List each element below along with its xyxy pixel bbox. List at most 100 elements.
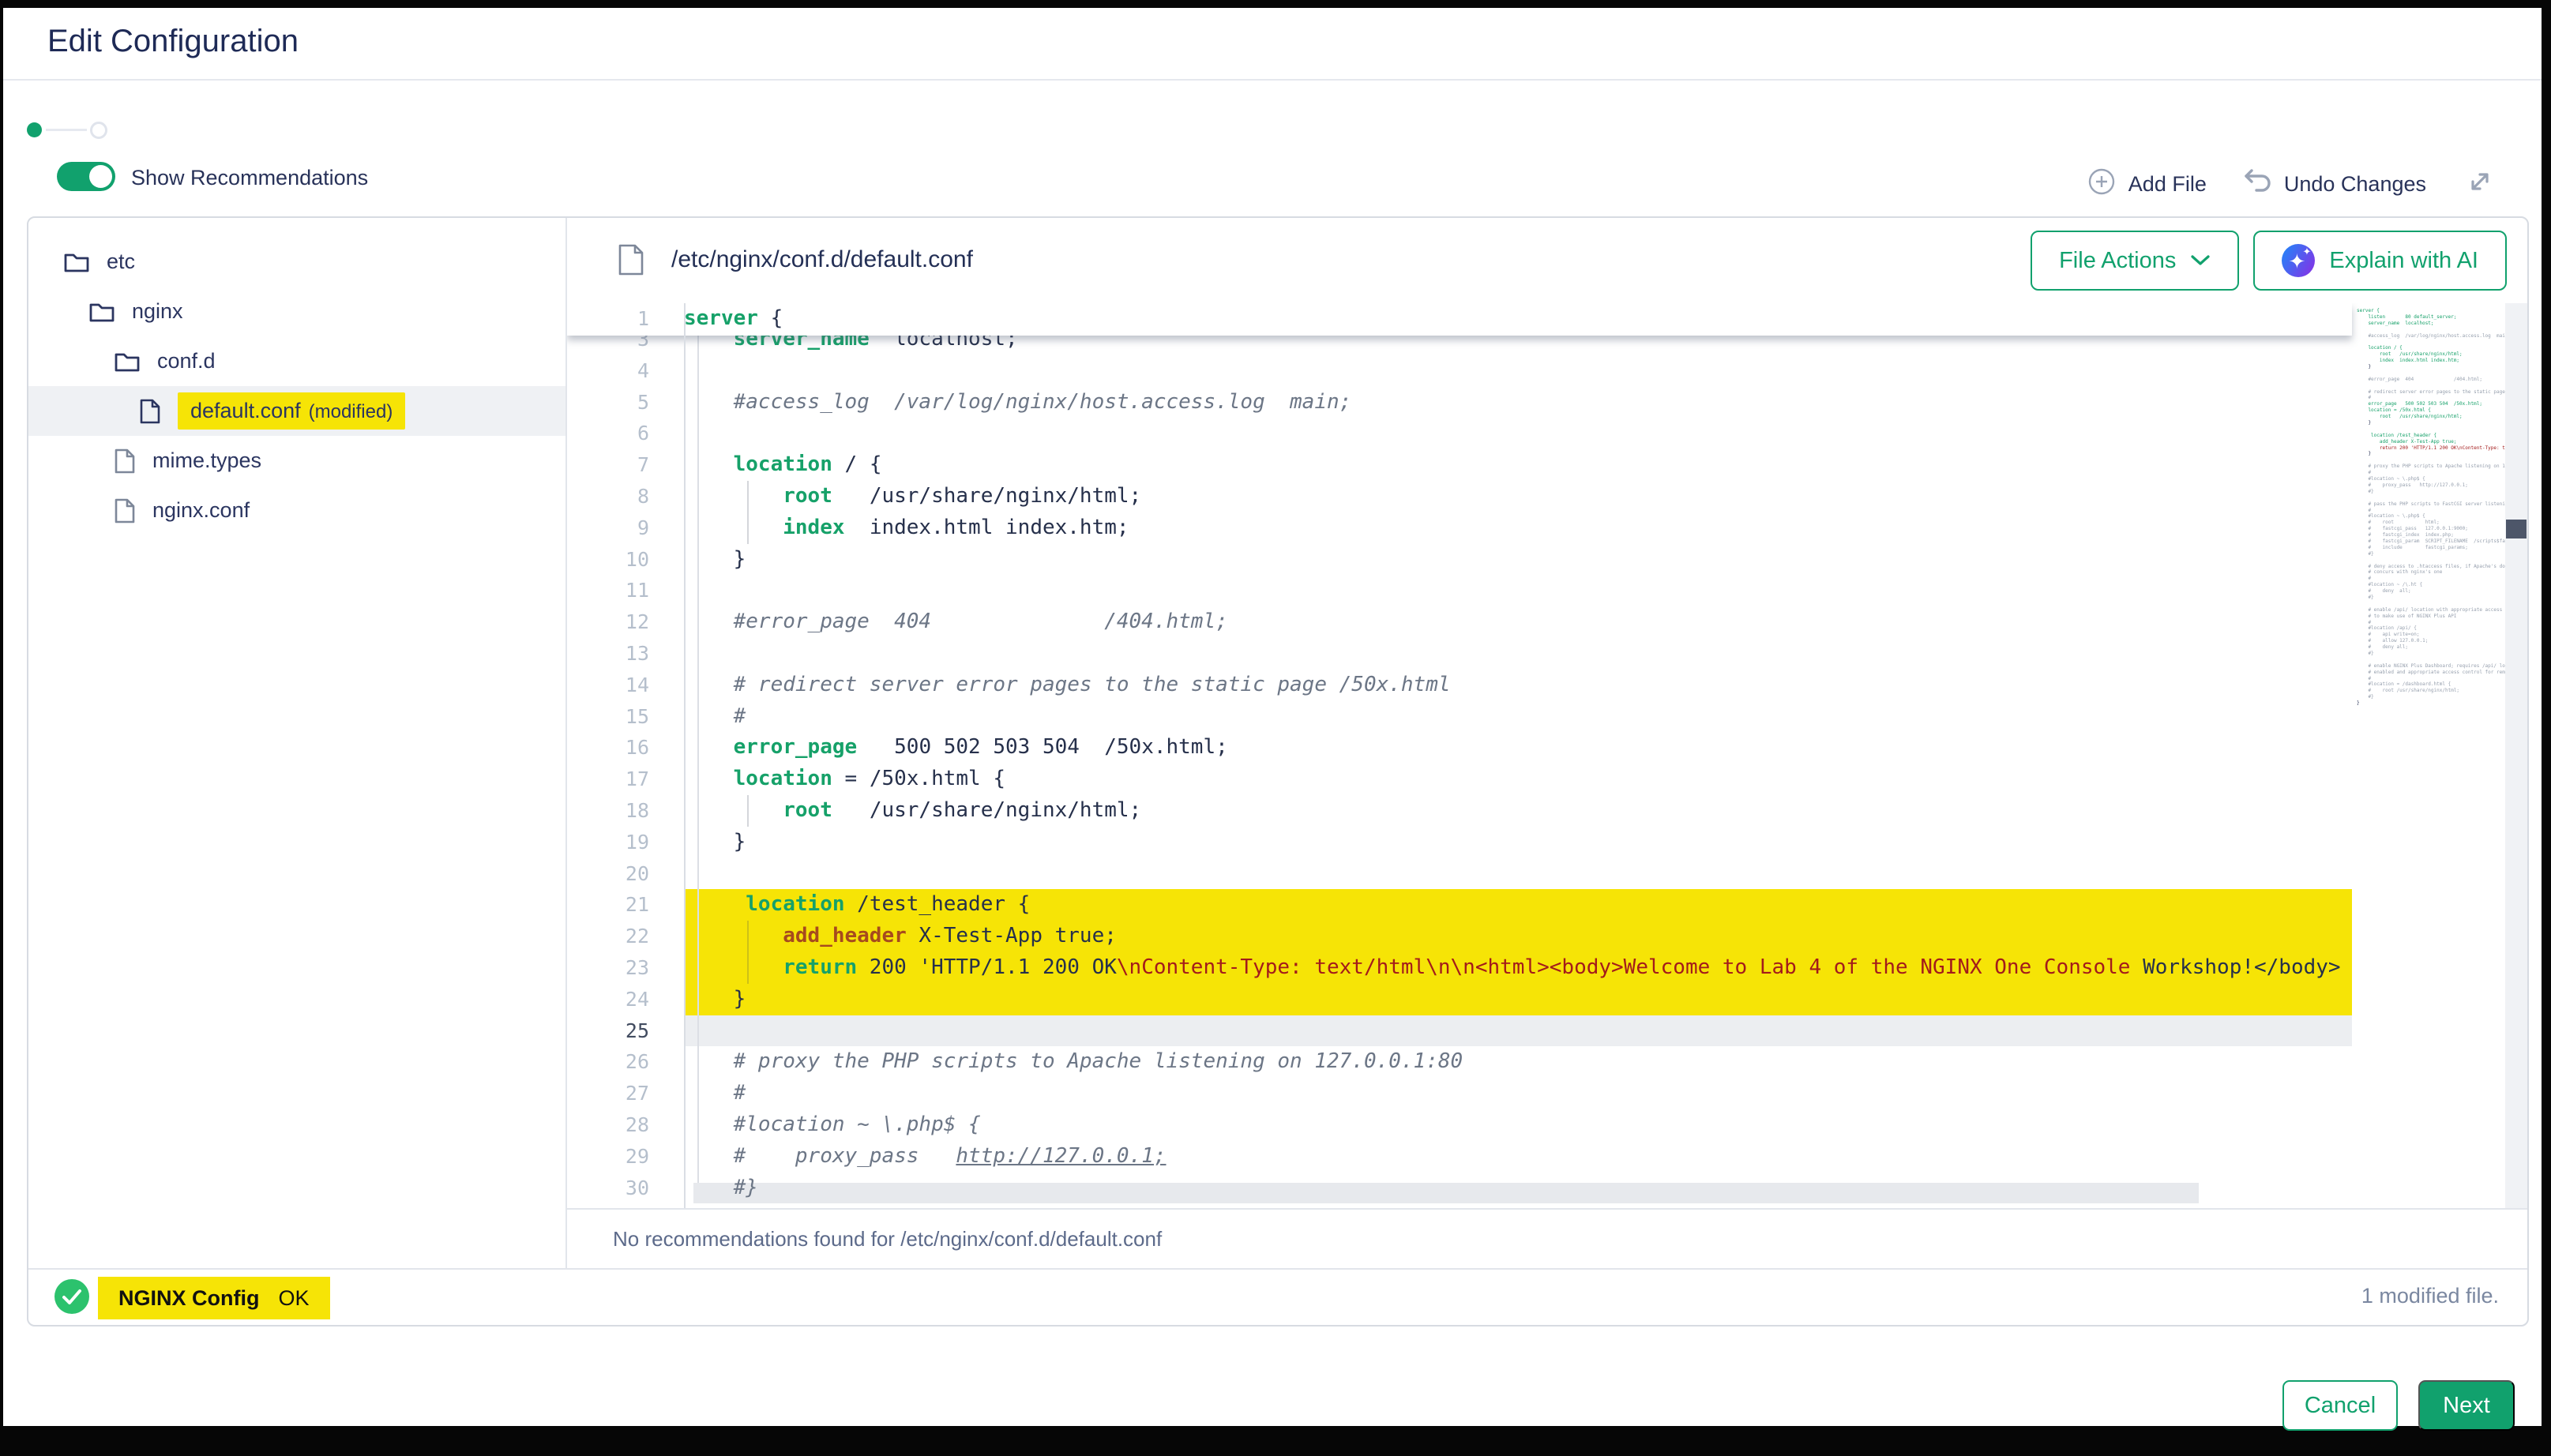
line-content: return 200 'HTTP/1.1 200 OK\nContent-Typ… xyxy=(684,952,2352,984)
line-content xyxy=(684,638,2352,670)
line-number: 29 xyxy=(567,1141,684,1173)
minimap[interactable]: server { listen 80 default_server; serve… xyxy=(2357,308,2524,1019)
line-number: 6 xyxy=(567,418,684,449)
code-line-7[interactable]: 7 location / { xyxy=(567,449,2352,481)
tree-item-conf.d[interactable]: conf.d xyxy=(28,336,565,386)
line-content: } xyxy=(684,827,2352,858)
code-line-23[interactable]: 23 return 200 'HTTP/1.1 200 OK\nContent-… xyxy=(567,952,2352,984)
line-content: #access_log /var/log/nginx/host.access.l… xyxy=(684,387,2352,418)
line-content: location / { xyxy=(684,449,2352,481)
line-number: 7 xyxy=(567,449,684,481)
tree-item-label: conf.d xyxy=(157,349,216,373)
edit-configuration-modal: Edit Configuration Show Recommendations … xyxy=(3,8,2542,1426)
tree-item-default.conf[interactable]: default.conf(modified) xyxy=(28,386,565,436)
code-line-19[interactable]: 19 } xyxy=(567,827,2352,858)
file-actions-button[interactable]: File Actions xyxy=(2031,231,2239,291)
code-line-18[interactable]: 18 root /usr/share/nginx/html; xyxy=(567,795,2352,827)
line-content: # xyxy=(684,1078,2352,1109)
explain-with-ai-button[interactable]: ✦✦ Explain with AI xyxy=(2253,231,2507,291)
code-line-6[interactable]: 6 xyxy=(567,418,2352,449)
stepper-connector xyxy=(46,129,87,131)
cancel-button[interactable]: Cancel xyxy=(2282,1380,2398,1431)
indent-guide xyxy=(747,921,749,984)
add-file-button[interactable]: Add File xyxy=(2087,167,2207,201)
code-lines[interactable]: 3 server_name localhost;45 #access_log /… xyxy=(567,303,2352,1208)
line-number: 17 xyxy=(567,764,684,795)
code-line-11[interactable]: 11 xyxy=(567,575,2352,606)
code-line-14[interactable]: 14 # redirect server error pages to the … xyxy=(567,670,2352,701)
file-icon xyxy=(115,498,135,523)
line-number: 13 xyxy=(567,638,684,670)
tree-item-nginx.conf[interactable]: nginx.conf xyxy=(28,486,565,535)
chevron-down-icon xyxy=(2190,248,2211,274)
recommendations-bar: No recommendations found for /etc/nginx/… xyxy=(567,1208,2527,1268)
code-line-16[interactable]: 16 error_page 500 502 503 504 /50x.html; xyxy=(567,732,2352,764)
line-content xyxy=(684,355,2352,387)
folder-icon xyxy=(89,301,115,323)
tree-item-etc[interactable]: etc xyxy=(28,237,565,287)
undo-changes-button[interactable]: Undo Changes xyxy=(2243,168,2426,201)
code-line-15[interactable]: 15 # xyxy=(567,701,2352,733)
expand-editor-button[interactable] xyxy=(2463,164,2497,205)
show-recommendations-toggle[interactable] xyxy=(57,162,115,191)
code-line-20[interactable]: 20 xyxy=(567,858,2352,890)
tree-item-nginx[interactable]: nginx xyxy=(28,287,565,336)
vertical-scrollbar[interactable] xyxy=(2505,303,2527,1208)
code-line-28[interactable]: 28 #location ~ \.php$ { xyxy=(567,1109,2352,1141)
modified-file-highlight: default.conf(modified) xyxy=(178,392,405,430)
tree-item-mime.types[interactable]: mime.types xyxy=(28,436,565,486)
line-number: 27 xyxy=(567,1078,684,1109)
line-content xyxy=(684,1015,2352,1047)
line-content: # proxy the PHP scripts to Apache listen… xyxy=(684,1046,2352,1078)
page-title: Edit Configuration xyxy=(47,24,299,59)
add-file-label: Add File xyxy=(2128,172,2207,197)
code-line-24[interactable]: 24 } xyxy=(567,984,2352,1015)
code-line-5[interactable]: 5 #access_log /var/log/nginx/host.access… xyxy=(567,387,2352,418)
line-content: add_header X-Test-App true; xyxy=(684,921,2352,952)
line-number: 21 xyxy=(567,889,684,921)
line-number: 26 xyxy=(567,1046,684,1078)
tree-item-label: nginx xyxy=(132,299,183,324)
code-line-25[interactable]: 25 xyxy=(567,1015,2352,1047)
sticky-line-1[interactable]: 1 server { xyxy=(567,303,2352,336)
line-number: 9 xyxy=(567,512,684,544)
code-line-26[interactable]: 26 # proxy the PHP scripts to Apache lis… xyxy=(567,1046,2352,1078)
next-button[interactable]: Next xyxy=(2418,1380,2515,1431)
code-line-8[interactable]: 8 root /usr/share/nginx/html; xyxy=(567,481,2352,512)
line-content: #error_page 404 /404.html; xyxy=(684,606,2352,638)
code-line-10[interactable]: 10 } xyxy=(567,544,2352,576)
code-line-13[interactable]: 13 xyxy=(567,638,2352,670)
nginx-config-label: NGINX Config xyxy=(118,1286,259,1311)
code-line-29[interactable]: 29 # proxy_pass http://127.0.0.1; xyxy=(567,1141,2352,1173)
line-number: 25 xyxy=(567,1015,684,1047)
code-line-9[interactable]: 9 index index.html index.htm; xyxy=(567,512,2352,544)
code-line-30[interactable]: 30 #} xyxy=(567,1173,2352,1204)
code-line-4[interactable]: 4 xyxy=(567,355,2352,387)
line-content: root /usr/share/nginx/html; xyxy=(684,795,2352,827)
indent-guide xyxy=(747,795,749,827)
scrollbar-thumb[interactable] xyxy=(2506,520,2527,538)
status-bar: NGINX Config OK 1 modified file. xyxy=(28,1268,2527,1327)
file-icon xyxy=(115,448,135,474)
code-line-12[interactable]: 12 #error_page 404 /404.html; xyxy=(567,606,2352,638)
line-content: # proxy_pass http://127.0.0.1; xyxy=(684,1141,2352,1173)
line-content: location = /50x.html { xyxy=(684,764,2352,795)
code-line-17[interactable]: 17 location = /50x.html { xyxy=(567,764,2352,795)
code-line-21[interactable]: 21 location /test_header { xyxy=(567,889,2352,921)
undo-icon xyxy=(2243,168,2271,201)
file-actions-label: File Actions xyxy=(2059,248,2176,274)
line-content: root /usr/share/nginx/html; xyxy=(684,481,2352,512)
recommendations-message: No recommendations found for /etc/nginx/… xyxy=(613,1227,1162,1251)
screenshot-frame: Edit Configuration Show Recommendations … xyxy=(0,0,2551,1456)
code-line-27[interactable]: 27 # xyxy=(567,1078,2352,1109)
file-icon xyxy=(140,399,160,424)
line-number: 30 xyxy=(567,1173,684,1204)
line-content: error_page 500 502 503 504 /50x.html; xyxy=(684,732,2352,764)
line-content: # redirect server error pages to the sta… xyxy=(684,670,2352,701)
show-recommendations-label: Show Recommendations xyxy=(131,166,368,190)
indent-guide xyxy=(697,335,699,1183)
expand-icon xyxy=(2463,164,2497,205)
code-editor[interactable]: 3 server_name localhost;45 #access_log /… xyxy=(567,303,2527,1208)
line-number: 19 xyxy=(567,827,684,858)
code-line-22[interactable]: 22 add_header X-Test-App true; xyxy=(567,921,2352,952)
